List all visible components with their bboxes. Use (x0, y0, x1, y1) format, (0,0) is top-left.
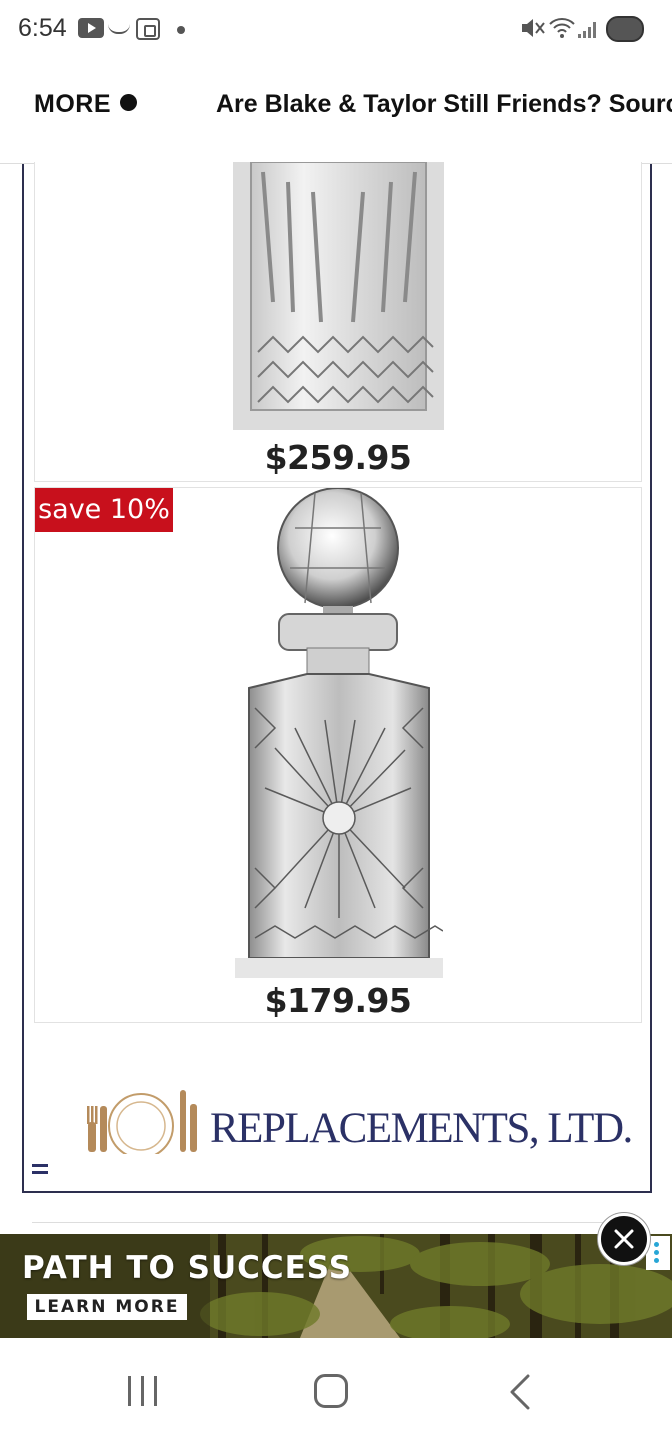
notification-dot-icon (177, 26, 185, 34)
system-nav-bar (0, 1338, 672, 1440)
more-button[interactable]: MORE (34, 90, 137, 119)
battery-icon (606, 16, 644, 42)
ad-frame: $259.95 save 10% $179.95 REPLACEMENTS, L… (22, 162, 652, 1193)
amazon-icon (108, 24, 130, 34)
product-price: $179.95 (264, 981, 412, 1020)
back-button[interactable] (508, 1374, 532, 1410)
home-button[interactable] (314, 1374, 348, 1408)
more-label: MORE (34, 90, 111, 118)
headline-link[interactable]: Are Blake & Taylor Still Friends? Source… (216, 90, 672, 119)
close-ad-button[interactable] (598, 1213, 650, 1265)
banner-title: PATH TO SUCCESS (22, 1250, 353, 1286)
learn-more-button[interactable]: LEARN MORE (27, 1294, 187, 1320)
top-nav: MORE Are Blake & Taylor Still Friends? S… (0, 60, 672, 164)
screenshot-icon (136, 18, 160, 40)
status-bar: 6:54 (0, 0, 672, 60)
status-time: 6:54 (18, 14, 67, 42)
save-badge: save 10% (35, 488, 173, 532)
crystal-decanter-image (235, 488, 443, 978)
product-card[interactable]: save 10% $179.95 (34, 487, 642, 1023)
close-icon (614, 1229, 634, 1249)
mute-icon (520, 16, 546, 46)
more-dot-icon (120, 94, 137, 111)
product-price: $259.95 (264, 438, 412, 477)
recent-apps-button[interactable] (128, 1376, 160, 1406)
brand-logo-text: REPLACEMENTS, LTD. (210, 1105, 633, 1152)
ad-menu-icon[interactable] (30, 1160, 50, 1180)
product-card[interactable]: $259.95 (34, 162, 642, 482)
divider (32, 1222, 642, 1223)
wifi-icon (548, 16, 576, 46)
signal-icon (578, 22, 598, 38)
banner-ad[interactable]: PATH TO SUCCESS LEARN MORE (0, 1234, 672, 1338)
youtube-icon (78, 18, 104, 38)
crystal-glass-image (233, 162, 444, 430)
